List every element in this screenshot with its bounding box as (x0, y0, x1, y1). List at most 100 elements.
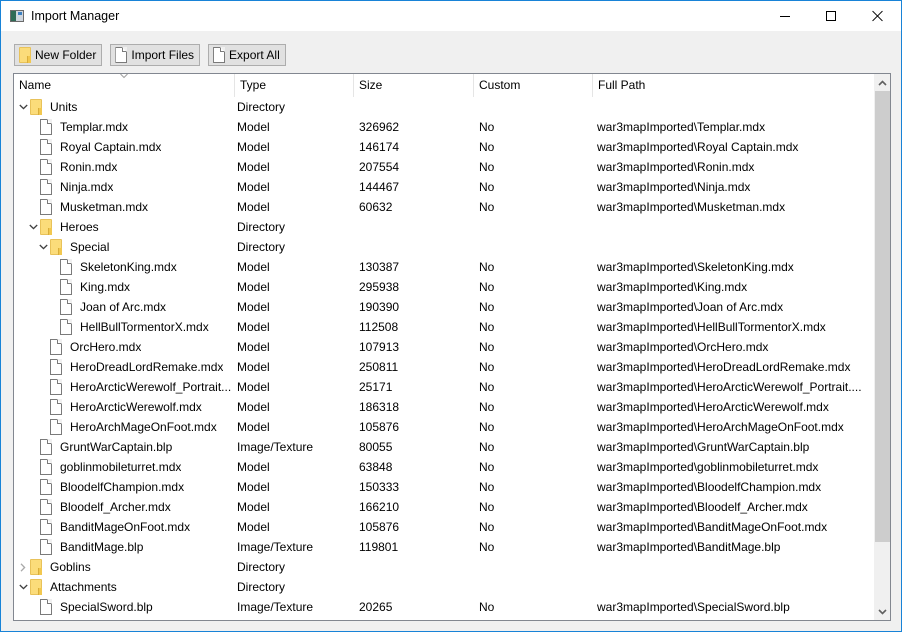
tree-row-file[interactable]: BanditMageOnFoot.mdx Model 105876 No war3map… (14, 517, 874, 537)
item-name: King.mdx (80, 280, 131, 294)
item-custom: No (479, 140, 495, 154)
tree-row-file[interactable]: HeroArcticWerewolf.mdx Model 186318 No war3m… (14, 397, 874, 417)
column-header-full-path-label: Full Path (598, 78, 646, 92)
close-button[interactable] (854, 1, 900, 31)
item-custom: No (479, 400, 495, 414)
file-icon (40, 139, 52, 155)
name-cell: HeroArcticWerewolf_Portrait... (14, 377, 235, 397)
scroll-down-button[interactable] (874, 603, 890, 620)
name-cell: Units (14, 97, 235, 117)
name-cell: Joan of Arc.mdx (14, 297, 235, 317)
vertical-scrollbar[interactable] (874, 74, 890, 620)
item-custom: No (479, 300, 495, 314)
tree-row-file[interactable]: BloodelfChampion.mdx Model 150333 No war3map… (14, 477, 874, 497)
tree-row-file[interactable]: Templar.mdx Model 326962 No war3mapImported\… (14, 117, 874, 137)
column-header-size[interactable]: Size (354, 74, 474, 97)
expand-chevron-right-icon[interactable] (18, 562, 28, 572)
expand-chevron-down-icon[interactable] (18, 582, 28, 592)
tree-row-file[interactable]: Joan of Arc.mdx Model 190390 No war3mapImpor… (14, 297, 874, 317)
import-files-button[interactable]: Import Files (110, 44, 201, 66)
tree-row-file[interactable]: SpecialSword.blp Image/Texture 20265 No war3… (14, 597, 874, 617)
scroll-up-button[interactable] (874, 74, 890, 91)
item-full-path: war3mapImported\HeroDreadLordRemake.mdx (597, 360, 851, 374)
item-name: Joan of Arc.mdx (80, 300, 167, 314)
item-full-path: war3mapImported\HeroArcticWerewolf.mdx (597, 400, 829, 414)
file-icon (50, 339, 62, 355)
item-custom: No (479, 380, 495, 394)
tree-row-folder[interactable]: Special Directory (14, 237, 874, 257)
item-custom: No (479, 260, 495, 274)
item-name: BanditMage.blp (60, 540, 144, 554)
item-custom: No (479, 420, 495, 434)
chevron-down-icon (878, 608, 887, 615)
tree-row-folder[interactable]: Goblins Directory (14, 557, 874, 577)
name-cell: OrcHero.mdx (14, 337, 235, 357)
column-header-full-path[interactable]: Full Path (593, 74, 874, 97)
name-cell: SkeletonKing.mdx (14, 257, 235, 277)
tree-row-folder[interactable]: Units Directory (14, 97, 874, 117)
item-full-path: war3mapImported\SpecialSword.blp (597, 600, 790, 614)
minimize-button[interactable] (762, 1, 808, 31)
folder-icon (30, 99, 42, 115)
maximize-button[interactable] (808, 1, 854, 31)
tree-row-file[interactable]: SkeletonKing.mdx Model 130387 No war3mapImpo… (14, 257, 874, 277)
tree-row-file[interactable]: HeroDreadLordRemake.mdx Model 250811 No war3… (14, 357, 874, 377)
column-header-custom[interactable]: Custom (474, 74, 593, 97)
item-name: goblinmobileturret.mdx (60, 460, 182, 474)
item-type: Directory (237, 220, 286, 234)
item-size: 295938 (359, 280, 400, 294)
expand-chevron-down-icon[interactable] (18, 102, 28, 112)
tree-row-file[interactable]: Ninja.mdx Model 144467 No war3mapImported\Ni… (14, 177, 874, 197)
tree-row-file[interactable]: HeroArcticWerewolf_Portrait... Model 25171… (14, 377, 874, 397)
name-cell: Attachments (14, 577, 235, 597)
file-icon (40, 179, 52, 195)
item-full-path: war3mapImported\HeroArchMageOnFoot.mdx (597, 420, 844, 434)
item-custom: No (479, 600, 495, 614)
item-type: Model (237, 360, 270, 374)
tree-row-file[interactable]: goblinmobileturret.mdx Model 63848 No war3ma… (14, 457, 874, 477)
scrollbar-thumb[interactable] (875, 91, 890, 542)
new-folder-label: New Folder (35, 48, 97, 62)
item-name: Bloodelf_Archer.mdx (60, 500, 171, 514)
item-name: Ninja.mdx (60, 180, 114, 194)
import-tree-view[interactable]: Name Type Size Custom Full Path Units Dir… (13, 73, 891, 621)
item-custom: No (479, 500, 495, 514)
tree-row-file[interactable]: Musketman.mdx Model 60632 No war3mapImported… (14, 197, 874, 217)
tree-row-file[interactable]: BanditMage.blp Image/Texture 119801 No war3m… (14, 537, 874, 557)
tree-row-file[interactable]: Bloodelf_Archer.mdx Model 166210 No war3mapI… (14, 497, 874, 517)
tree-row-file[interactable]: King.mdx Model 295938 No war3mapImported\Kin… (14, 277, 874, 297)
item-custom: No (479, 340, 495, 354)
tree-row-folder[interactable]: Heroes Directory (14, 217, 874, 237)
new-folder-button[interactable]: New Folder (14, 44, 103, 66)
tree-row-file[interactable]: OrcHero.mdx Model 107913 No war3mapImported\… (14, 337, 874, 357)
item-name: SpecialSword.blp (60, 600, 153, 614)
item-type: Model (237, 340, 270, 354)
file-icon (60, 279, 72, 295)
item-size: 130387 (359, 260, 400, 274)
chevron-up-icon (878, 79, 887, 86)
item-name: Attachments (50, 580, 117, 594)
export-all-button[interactable]: Export All (208, 44, 286, 66)
item-custom: No (479, 280, 495, 294)
item-name: SkeletonKing.mdx (80, 260, 177, 274)
tree-row-folder[interactable]: Attachments Directory (14, 577, 874, 597)
item-size: 326962 (359, 120, 400, 134)
tree-row-file[interactable]: Royal Captain.mdx Model 146174 No war3mapImp… (14, 137, 874, 157)
item-name: Heroes (60, 220, 99, 234)
tree-row-file[interactable]: GruntWarCaptain.blp Image/Texture 80055 No w… (14, 437, 874, 457)
tree-row-file[interactable]: Ronin.mdx Model 207554 No war3mapImported\Ro… (14, 157, 874, 177)
item-name: HeroDreadLordRemake.mdx (70, 360, 224, 374)
column-header-name[interactable]: Name (14, 74, 235, 97)
item-full-path: war3mapImported\OrcHero.mdx (597, 340, 769, 354)
expand-chevron-down-icon[interactable] (28, 222, 38, 232)
file-icon (40, 479, 52, 495)
tree-row-file[interactable]: HeroArchMageOnFoot.mdx Model 105876 No war3m… (14, 417, 874, 437)
item-type: Model (237, 120, 270, 134)
file-icon (50, 399, 62, 415)
item-custom: No (479, 360, 495, 374)
tree-row-file[interactable]: HellBullTormentorX.mdx Model 112508 No war3m… (14, 317, 874, 337)
item-custom: No (479, 160, 495, 174)
column-header-type[interactable]: Type (235, 74, 354, 97)
expand-chevron-down-icon[interactable] (38, 242, 48, 252)
item-custom: No (479, 440, 495, 454)
